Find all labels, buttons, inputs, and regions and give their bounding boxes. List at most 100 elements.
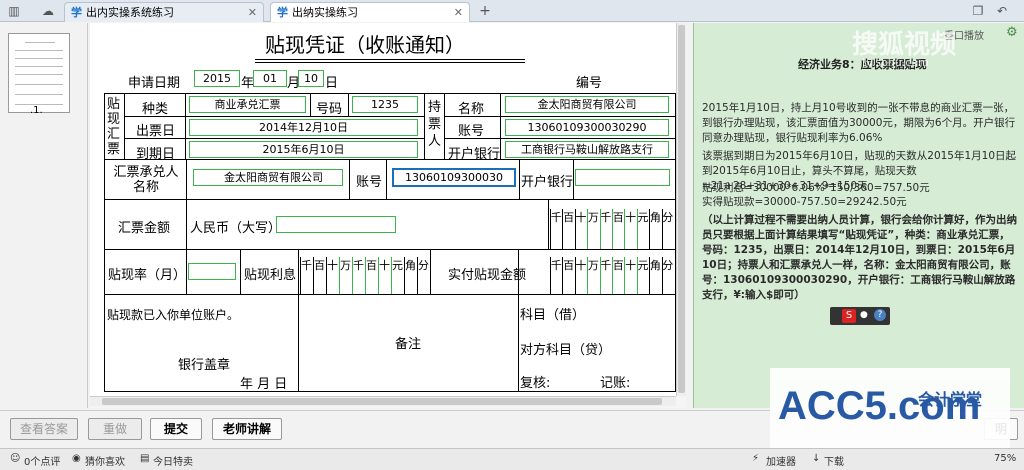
undo-icon[interactable]: ↶ — [994, 3, 1010, 19]
digit-unit-label: 分 — [662, 259, 674, 272]
rmb-label: 人民币（大写） — [190, 221, 282, 236]
digit-cell-divider — [599, 209, 601, 249]
side-label: 贴现汇票 — [107, 97, 121, 157]
close-tab-icon[interactable]: ✕ — [454, 3, 463, 22]
tab-practice-system[interactable]: 学出内实操系统练习 ✕ — [64, 2, 264, 22]
year-field[interactable]: 2015 — [194, 70, 240, 87]
deposit-note: 贴现款已入你单位账户。 — [107, 308, 240, 322]
recommend-link[interactable]: 猜你喜欢 — [85, 453, 125, 468]
ime-s-icon[interactable]: S — [842, 309, 856, 323]
input-method-toolbar[interactable]: S ● ? — [830, 307, 890, 325]
acceptor-name-field[interactable]: 金太阳商贸有限公司 — [193, 169, 343, 186]
comments-icon: ☺ — [10, 453, 21, 464]
voucher-title: 贴现凭证（收账通知） — [265, 33, 465, 57]
page-number: .1. — [30, 105, 43, 116]
digit-unit-label: 元 — [637, 259, 649, 272]
tab-label: 出内实操系统练习 — [86, 6, 174, 19]
digit-unit-label: 千 — [550, 259, 562, 272]
digit-cell-divider — [339, 257, 340, 294]
new-tab-icon[interactable]: + — [477, 3, 493, 19]
teacher-explain-button[interactable]: 老师讲解 — [212, 418, 282, 440]
day-unit: 日 — [325, 76, 339, 91]
digit-cell-divider — [391, 257, 392, 294]
tab-cashier-practice[interactable]: 学出纳实操练习 ✕ — [270, 2, 470, 22]
digit-cell-divider — [404, 257, 405, 294]
credit-subject-label: 对方科目（贷） — [520, 343, 612, 358]
today-sale-link[interactable]: 今日特卖 — [153, 453, 193, 468]
code-field[interactable]: 1235 — [352, 96, 418, 113]
digit-unit-label: 十 — [625, 259, 637, 272]
digit-cell-divider — [612, 257, 613, 294]
panel-paragraph-4: 实得贴现款=30000-757.50=29242.50元 — [702, 196, 907, 208]
download-link[interactable]: 下载 — [824, 453, 844, 468]
horizontal-scroll-thumb[interactable] — [102, 398, 662, 405]
digit-unit-label: 百 — [563, 211, 575, 224]
digit-unit-label: 万 — [587, 211, 599, 224]
remark-label: 备注 — [395, 337, 422, 352]
vertical-scroll-thumb[interactable] — [678, 25, 685, 393]
ime-dot-icon[interactable]: ● — [860, 310, 868, 320]
acceptor-bank-field[interactable] — [575, 169, 670, 186]
thumbnail-pane: .1. — [0, 23, 88, 408]
digit-cell-divider — [574, 257, 576, 294]
digit-cell-divider — [378, 257, 379, 294]
month-field[interactable]: 01 — [253, 70, 287, 87]
submit-button[interactable]: 提交 — [150, 418, 202, 440]
acceptor-account-label: 账号 — [356, 175, 383, 190]
rate-field[interactable] — [188, 263, 236, 280]
bank-field[interactable]: 工商银行马鞍山解放路支行 — [505, 141, 669, 158]
sidebar-toggle-icon[interactable]: ▥ — [6, 3, 22, 19]
digit-unit-label: 十 — [575, 211, 587, 224]
document-area: 贴现凭证（收账通知） 申请日期 2015 年 01 月 10 日 编号 贴现汇票… — [90, 23, 686, 408]
digit-cell-divider — [300, 257, 301, 294]
holder-label: 持票人 — [428, 100, 442, 149]
comments-count[interactable]: 0个点评 — [24, 453, 60, 468]
digit-cell-divider — [550, 209, 551, 249]
accelerator-link[interactable]: 加速器 — [766, 453, 796, 468]
view-answer-button[interactable]: 查看答案 — [10, 418, 78, 440]
day-field[interactable]: 10 — [298, 70, 324, 87]
bookkeeper-label: 记账: — [600, 376, 631, 391]
net-amount-label: 实付贴现金额 — [448, 268, 527, 283]
bank-label: 开户银行 — [448, 147, 501, 162]
kind-field[interactable]: 商业承兑汇票 — [189, 96, 306, 113]
instruction-panel: 重口播放 ⚙ 经济业务8：应收票据贴现 2015年1月10日，持上月10号收到的… — [693, 23, 1024, 408]
digit-cell-divider — [365, 257, 366, 294]
due-date-field[interactable]: 2015年6月10日 — [189, 141, 418, 158]
status-bar: ☺ 0个点评 ◉ 猜你喜欢 ▤ 今日特卖 ⚡ 加速器 ↓ 下载 75% — [0, 448, 1024, 470]
cloud-icon[interactable]: ☁ — [40, 3, 56, 19]
settings-icon[interactable]: ⚙ — [1006, 25, 1018, 40]
number-label: 编号 — [576, 76, 603, 91]
amount-label: 汇票金额 — [118, 221, 171, 236]
digit-unit-label: 十 — [327, 259, 338, 272]
digit-cell-divider — [599, 257, 601, 294]
digit-unit-label: 分 — [418, 259, 429, 272]
digit-cell-divider — [612, 209, 613, 249]
issue-date-field[interactable]: 2014年12月10日 — [189, 119, 418, 136]
digit-cell-divider — [649, 209, 651, 249]
acceptor-account-field[interactable]: 13060109300030 — [392, 168, 516, 187]
acceptor-label: 汇票承兑人名称 — [113, 165, 179, 195]
redo-button[interactable]: 重做 — [88, 418, 142, 440]
account-field[interactable]: 13060109300030290 — [505, 119, 669, 136]
seal-date-label: 年 月 日 — [240, 377, 288, 392]
rmb-uppercase-field[interactable] — [276, 216, 396, 233]
bank-seal-label: 银行盖章 — [178, 358, 231, 373]
digit-cell-divider — [352, 257, 353, 294]
digit-unit-label: 百 — [366, 259, 377, 272]
vertical-scrollbar[interactable] — [676, 23, 686, 396]
horizontal-scrollbar[interactable] — [90, 396, 676, 406]
digit-unit-label: 元 — [392, 259, 403, 272]
zoom-level[interactable]: 75% — [994, 453, 1016, 464]
restore-icon[interactable]: ❐ — [970, 3, 986, 19]
digit-cell-divider — [550, 257, 551, 294]
kind-label: 种类 — [142, 102, 169, 117]
close-tab-icon[interactable]: ✕ — [248, 3, 257, 22]
page-thumbnail[interactable] — [8, 33, 70, 113]
name-field[interactable]: 金太阳商贸有限公司 — [505, 96, 669, 113]
app-logo-icon: 学 — [71, 6, 82, 19]
help-icon[interactable]: ? — [874, 309, 886, 321]
digit-cell-divider — [624, 209, 626, 249]
panel-paragraph-1: 2015年1月10日，持上月10号收到的一张不带息的商业汇票一张，到银行办理贴现… — [702, 102, 1016, 144]
digit-unit-label: 十 — [625, 211, 637, 224]
